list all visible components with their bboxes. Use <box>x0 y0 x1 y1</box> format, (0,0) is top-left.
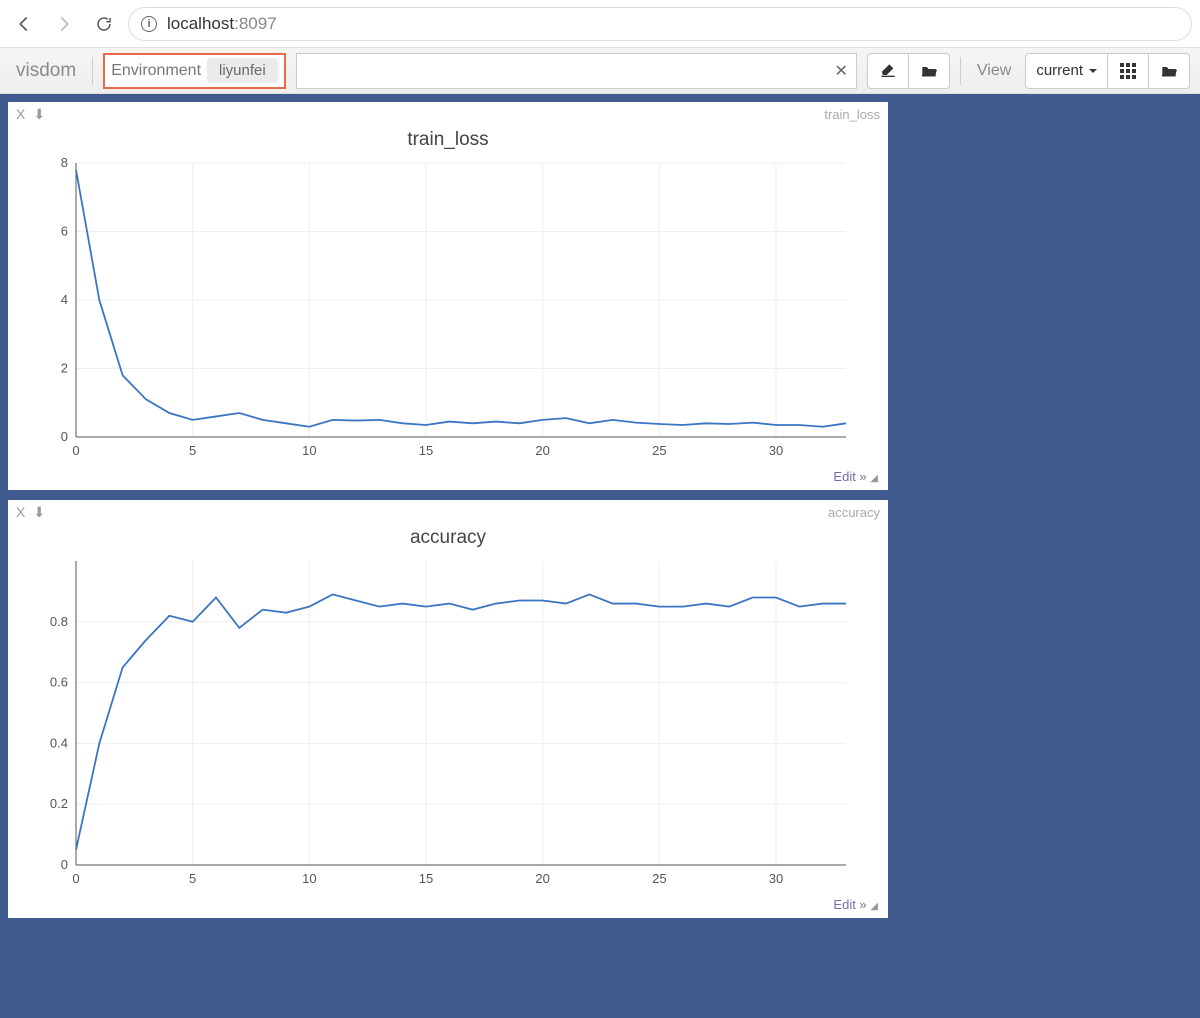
view-label: View <box>971 62 1015 80</box>
svg-text:0.2: 0.2 <box>50 796 68 811</box>
svg-text:5: 5 <box>189 871 196 886</box>
svg-text:25: 25 <box>652 871 666 886</box>
chart-title: train_loss <box>8 129 888 151</box>
svg-text:0: 0 <box>61 429 68 444</box>
environment-label: Environment <box>111 62 201 80</box>
environment-selector[interactable]: Environment liyunfei <box>103 53 286 89</box>
env-buttons <box>867 53 950 89</box>
svg-text:0: 0 <box>72 871 79 886</box>
svg-text:8: 8 <box>61 155 68 170</box>
site-info-icon[interactable]: i <box>141 16 157 32</box>
svg-text:10: 10 <box>302 443 316 458</box>
svg-text:0: 0 <box>72 443 79 458</box>
reload-button[interactable] <box>88 8 120 40</box>
svg-text:25: 25 <box>652 443 666 458</box>
close-icon[interactable]: X <box>16 106 25 123</box>
pane-mini-title: train_loss <box>824 107 880 122</box>
svg-text:0.6: 0.6 <box>50 675 68 690</box>
separator <box>960 57 961 85</box>
svg-text:15: 15 <box>419 871 433 886</box>
back-button[interactable] <box>8 8 40 40</box>
environment-input[interactable]: ✕ <box>296 53 857 89</box>
download-icon[interactable]: ⬇ <box>33 504 45 521</box>
url-text: localhost:8097 <box>167 14 277 34</box>
svg-text:20: 20 <box>535 871 549 886</box>
svg-text:30: 30 <box>769 871 783 886</box>
svg-text:0.4: 0.4 <box>50 735 68 750</box>
clear-icon[interactable]: ✕ <box>835 61 848 81</box>
pane-mini-title: accuracy <box>828 505 880 520</box>
separator <box>92 57 93 85</box>
svg-text:4: 4 <box>61 292 68 307</box>
workspace[interactable]: X ⬇ train_loss train_loss 0 2 4 6 8 0 5 10 15 20 2… <box>0 94 1200 1018</box>
open-view-button[interactable] <box>1148 53 1190 89</box>
environment-chip[interactable]: liyunfei <box>207 58 278 83</box>
svg-text:10: 10 <box>302 871 316 886</box>
edit-link[interactable]: Edit » <box>833 469 866 484</box>
view-buttons: current <box>1025 53 1190 89</box>
browser-toolbar: i localhost:8097 <box>0 0 1200 48</box>
brand-label: visdom <box>10 60 82 82</box>
chart-train-loss[interactable]: 0 2 4 6 8 0 5 10 15 20 25 30 <box>8 155 888 469</box>
view-select[interactable]: current <box>1025 53 1108 89</box>
chart-title: accuracy <box>8 527 888 549</box>
visdom-toolbar: visdom Environment liyunfei ✕ View curre… <box>0 48 1200 94</box>
download-icon[interactable]: ⬇ <box>33 106 45 123</box>
forward-button[interactable] <box>48 8 80 40</box>
svg-text:2: 2 <box>61 361 68 376</box>
pane-train-loss[interactable]: X ⬇ train_loss train_loss 0 2 4 6 8 0 5 10 15 20 2… <box>8 102 888 490</box>
chevron-down-icon <box>1089 69 1097 77</box>
resize-handle[interactable]: ◢ <box>870 901 878 912</box>
grid-button[interactable] <box>1107 53 1149 89</box>
open-env-button[interactable] <box>908 53 950 89</box>
pane-header: X ⬇ train_loss <box>8 102 888 123</box>
chart-accuracy[interactable]: 0 0.2 0.4 0.6 0.8 0 5 10 15 20 25 30 <box>8 553 888 897</box>
svg-text:0: 0 <box>61 857 68 872</box>
edit-link[interactable]: Edit » <box>833 897 866 912</box>
svg-text:6: 6 <box>61 224 68 239</box>
url-bar[interactable]: i localhost:8097 <box>128 7 1192 41</box>
svg-text:30: 30 <box>769 443 783 458</box>
eraser-button[interactable] <box>867 53 909 89</box>
pane-header: X ⬇ accuracy <box>8 500 888 521</box>
svg-text:0.8: 0.8 <box>50 614 68 629</box>
svg-text:15: 15 <box>419 443 433 458</box>
grid-icon <box>1120 63 1136 79</box>
resize-handle[interactable]: ◢ <box>870 473 878 484</box>
pane-accuracy[interactable]: X ⬇ accuracy accuracy 0 0.2 0.4 0.6 0.8 0 5 10 1… <box>8 500 888 918</box>
close-icon[interactable]: X <box>16 504 25 521</box>
svg-text:5: 5 <box>189 443 196 458</box>
svg-text:20: 20 <box>535 443 549 458</box>
